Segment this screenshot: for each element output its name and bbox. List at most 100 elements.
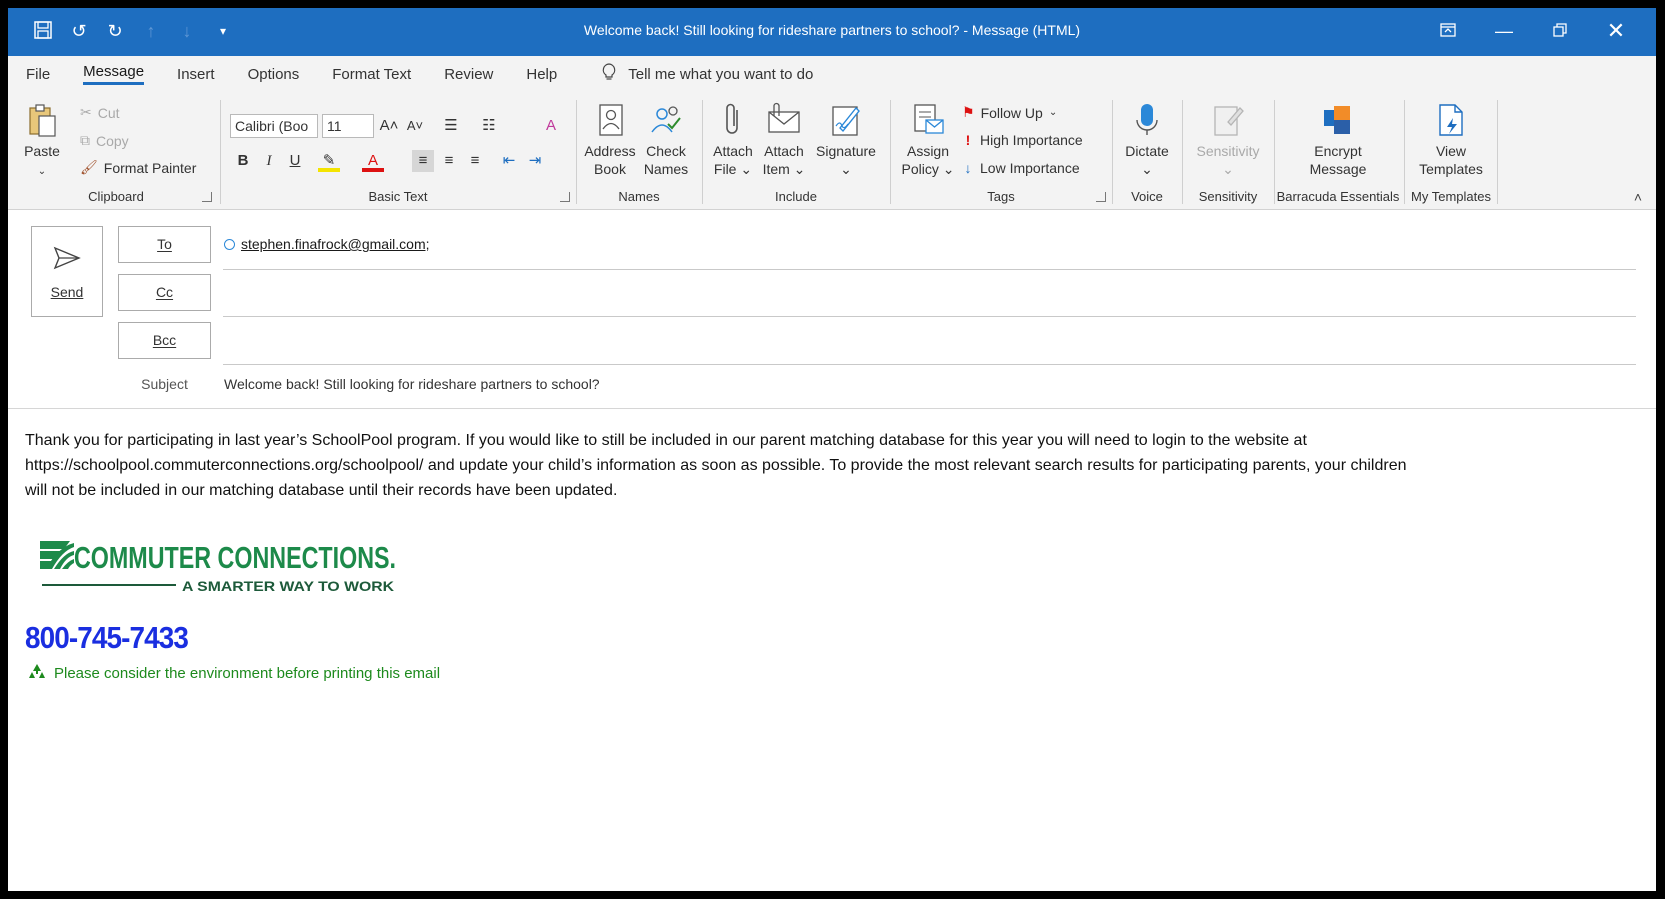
names-label: Names [618,189,660,204]
bullets-icon[interactable]: ☰ [440,115,462,137]
follow-up-label: Follow Up [980,104,1043,121]
bcc-button[interactable]: Bcc [118,322,211,359]
signature-button[interactable]: Signature ⌄ [814,102,878,178]
window-title: Welcome back! Still looking for rideshar… [583,22,1081,38]
dictate-label: Dictate [1125,143,1169,159]
attach-file-label-1: Attach [713,143,753,159]
follow-up-button[interactable]: ⚑ Follow Up ⌄ [962,104,1057,121]
tab-review[interactable]: Review [444,66,493,83]
clipboard-launcher-icon[interactable] [202,192,212,202]
collapse-ribbon-icon[interactable]: ˄ [1634,189,1642,205]
message-body[interactable]: Thank you for participating in last year… [25,428,1645,503]
dictate-button[interactable]: Dictate ⌄ [1118,102,1176,178]
font-color-icon[interactable]: A [362,150,384,172]
check-names-label-1: Check [646,143,686,159]
attach-file-button[interactable]: Attach File ⌄ [708,102,758,178]
encrypt-label-1: Encrypt [1314,143,1362,159]
body-line-2: https://schoolpool.commuterconnections.o… [25,457,1407,474]
environment-note: Please consider the environment before p… [28,663,440,683]
attach-item-button[interactable]: Attach Item ⌄ [758,102,810,178]
align-right-icon[interactable]: ≡ [464,150,486,172]
bold-button[interactable]: B [232,150,254,172]
underline-button[interactable]: U [284,150,306,172]
bcc-field-underline [223,364,1636,365]
grow-font-icon[interactable]: A˄ [378,115,400,137]
tab-format-text[interactable]: Format Text [332,66,411,83]
clipboard-group: Paste ⌄ ✂ Cut ⧉ Copy 🖌 Format Painter Clipbo… [16,98,216,206]
encrypt-icon [1324,106,1350,134]
commuter-connections-logo: COMMUTER CONNECTIONS. A SMARTER WAY TO W… [40,540,410,603]
cc-field[interactable] [223,274,1636,314]
sensitivity-label: Sensitivity [1198,189,1258,204]
clear-formatting-icon[interactable]: A [540,115,562,137]
send-button[interactable]: Send [31,226,103,317]
to-button[interactable]: To [118,226,211,263]
assign-policy-label-2: Policy [901,161,939,177]
cut-button[interactable]: ✂ Cut [80,104,120,121]
shrink-font-icon[interactable]: A˅ [404,115,426,137]
copy-icon: ⧉ [80,132,90,148]
tab-file[interactable]: File [26,66,50,83]
decrease-indent-icon[interactable]: ⇤ [498,150,520,172]
format-painter-button[interactable]: 🖌 Format Painter [80,159,196,176]
recipient-chip[interactable]: stephen.finafrock@gmail.com; [241,236,430,252]
view-templates-button[interactable]: View Templates [1412,102,1490,178]
group-divider [1112,100,1113,204]
restore-icon[interactable] [1532,16,1588,46]
to-field[interactable]: stephen.finafrock@gmail.com; [224,236,430,252]
assign-policy-label-1: Assign [906,143,950,159]
tab-message[interactable]: Message [83,63,145,85]
signature-icon [832,106,860,136]
align-left-icon[interactable]: ≡ [412,150,434,172]
tab-help[interactable]: Help [526,66,557,83]
tell-me-box[interactable]: Tell me what you want to do [602,63,813,85]
increase-indent-icon[interactable]: ⇥ [524,150,546,172]
include-group: Attach File ⌄ Attach Item ⌄ Signature ⌄ Inc… [704,98,888,206]
templates-label: My Templates [1411,189,1491,204]
encrypt-message-button[interactable]: Encrypt Message [1288,102,1388,178]
ribbon-display-icon[interactable] [1420,16,1476,46]
include-label: Include [775,189,817,204]
to-field-underline [223,269,1636,270]
cc-button[interactable]: Cc [118,274,211,311]
sensitivity-button[interactable]: Sensitivity ⌄ [1188,102,1268,178]
align-center-icon[interactable]: ≡ [438,150,460,172]
names-group: Address Book Check Names Names [578,98,700,206]
group-divider [1404,100,1405,204]
font-name-value: Calibri (Boo [235,118,309,134]
font-size-combo[interactable]: 11 [322,114,374,138]
check-names-button[interactable]: Check Names [638,102,694,178]
address-book-button[interactable]: Address Book [582,102,638,178]
numbering-icon[interactable]: ☷ [478,115,500,137]
exclamation-icon: ! [965,132,971,148]
group-divider [1497,100,1498,204]
cut-label: Cut [97,104,120,121]
assign-policy-button[interactable]: Assign Policy ⌄ [898,102,958,178]
signature-label: Signature [816,143,876,159]
paste-button[interactable]: Paste ⌄ [22,102,62,181]
close-icon[interactable]: ✕ [1588,16,1644,46]
tab-options[interactable]: Options [248,66,300,83]
address-book-label-1: Address [584,143,636,159]
highlight-icon[interactable]: ✎ [318,150,340,172]
high-importance-button[interactable]: ! High Importance [962,132,1083,148]
tab-insert[interactable]: Insert [177,66,215,83]
low-importance-label: Low Importance [980,160,1080,176]
paperclip-icon [726,103,738,134]
ribbon: Paste ⌄ ✂ Cut ⧉ Copy 🖌 Format Painter Clipbo… [8,92,1656,210]
low-importance-button[interactable]: ↓ Low Importance [962,160,1080,176]
subject-input[interactable]: Welcome back! Still looking for rideshar… [224,376,600,392]
tags-launcher-icon[interactable] [1096,192,1106,202]
basic-text-launcher-icon[interactable] [560,192,570,202]
voice-group: Dictate ⌄ Voice [1114,98,1180,206]
font-name-combo[interactable]: Calibri (Boo [230,114,318,138]
minimize-icon[interactable]: — [1476,16,1532,46]
group-divider [1182,100,1183,204]
send-icon [32,245,102,276]
scissors-icon: ✂ [80,104,92,120]
italic-button[interactable]: I [258,150,280,172]
lightbulb-icon [602,63,616,85]
tags-label: Tags [987,189,1015,204]
bcc-field[interactable] [223,322,1636,362]
copy-button[interactable]: ⧉ Copy [80,132,129,149]
